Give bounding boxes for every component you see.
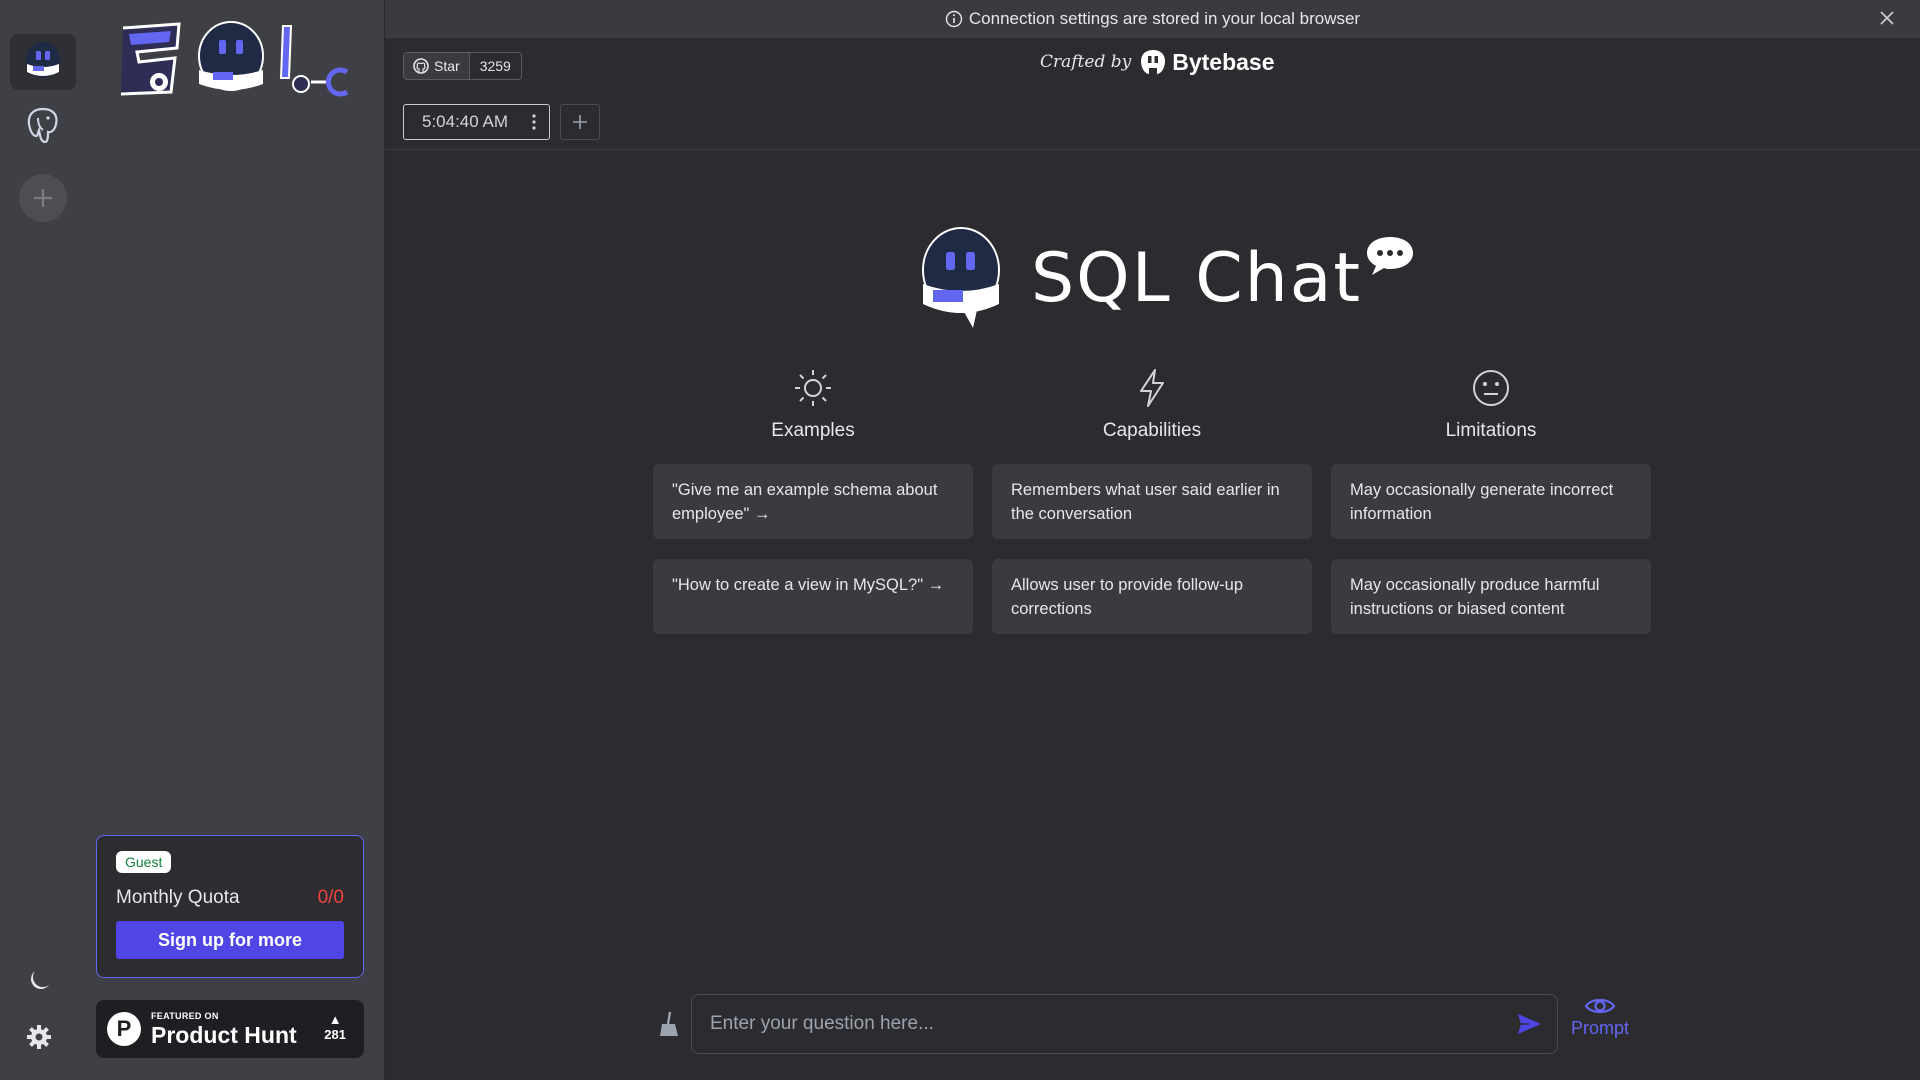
dark-mode-toggle[interactable] [0,968,77,994]
question-input[interactable]: Enter your question here... [691,994,1558,1054]
hero-title: SQL Chat [1031,238,1363,318]
quota-label: Monthly Quota [116,887,240,908]
plus-icon [34,189,52,207]
lightning-icon [1140,369,1164,407]
send-icon[interactable] [1515,1010,1543,1038]
close-icon[interactable] [1878,9,1896,27]
sql-robot-icon [26,42,60,78]
limitation-card: May occasionally produce harmful instruc… [1331,559,1651,634]
eye-icon [1584,998,1616,1014]
clear-conversation-icon[interactable] [657,1010,681,1038]
add-connection-button[interactable] [19,174,67,222]
signup-button[interactable]: Sign up for more [116,921,344,959]
neutral-face-icon [1473,370,1509,406]
notice-banner: Connection settings are stored in your l… [385,0,1920,38]
examples-title: Examples [771,420,855,441]
sidebar: Guest Monthly Quota 0/0 Sign up for more… [77,0,385,1080]
bytebase-logo: Bytebase [1139,48,1275,76]
quota-row: Monthly Quota 0/0 [116,887,344,909]
bytebase-icon [1141,50,1166,74]
sql-chat-logo [120,21,349,97]
github-star-button[interactable]: Star 3259 [403,52,522,80]
crafted-by[interactable]: Crafted by Bytebase [1040,48,1275,76]
guest-badge: Guest [116,851,172,873]
new-conversation-button[interactable] [560,104,600,140]
gear-icon [26,1025,51,1049]
main-panel: Connection settings are stored in your l… [385,0,1920,1080]
github-star-label: Star [434,58,460,74]
prompt-button[interactable]: Prompt [1565,994,1635,1039]
connection-robot-button[interactable] [10,34,76,90]
upvote-triangle-icon: ▲ [328,1012,342,1027]
product-hunt-icon: P [107,1012,141,1046]
info-icon [945,10,963,28]
app-root: Guest Monthly Quota 0/0 Sign up for more… [0,0,1920,1080]
capabilities-title: Capabilities [1102,420,1202,441]
crafted-by-text: Crafted by [1040,52,1132,72]
banner-text: Connection settings are stored in your l… [968,9,1361,28]
examples-column: Examples "Give me an example schema abou… [653,368,973,634]
example-card[interactable]: "How to create a view in MySQL?" → [653,559,973,634]
github-icon [413,58,429,74]
github-star-count[interactable]: 3259 [470,53,521,79]
prompt-label: Prompt [1570,1018,1630,1038]
limitations-title: Limitations [1445,420,1537,441]
quota-card: Guest Monthly Quota 0/0 Sign up for more [96,835,364,978]
capabilities-header: Capabilities [992,368,1312,442]
example-card[interactable]: "Give me an example schema about employe… [653,464,973,539]
capability-card: Allows user to provide follow-up correct… [992,559,1312,634]
quota-value: 0/0 [317,887,344,908]
sun-icon [795,370,831,406]
capabilities-column: Capabilities Remembers what user said ea… [992,368,1312,634]
moon-icon [30,971,49,989]
limitations-column: Limitations May occasionally generate in… [1331,368,1651,634]
settings-button[interactable] [0,1024,77,1050]
product-hunt-badge[interactable]: P FEATURED ON Product Hunt ▲ 281 [96,1000,364,1058]
conversation-tab-label: 5:04:40 AM [422,112,509,131]
hero: SQL Chat [919,226,1416,330]
product-hunt-featured: FEATURED ON [151,1010,219,1021]
capability-card: Remembers what user said earlier in the … [992,464,1312,539]
product-hunt-vote-count: 281 [324,1027,346,1042]
product-hunt-votes: ▲ 281 [324,1012,346,1042]
limitation-card: May occasionally generate incorrect info… [1331,464,1651,539]
connection-rail [0,0,77,1080]
limitations-header: Limitations [1331,368,1651,442]
postgresql-icon [27,107,58,144]
tab-divider [385,149,1920,150]
bytebase-name: Bytebase [1172,48,1275,75]
github-star[interactable]: Star [404,53,470,79]
examples-header: Examples [653,368,973,442]
chat-bubble-icon [1367,237,1414,275]
more-vertical-icon[interactable] [531,113,537,131]
connection-postgres-button[interactable] [10,98,76,154]
product-hunt-name: Product Hunt [151,1021,297,1048]
plus-icon [573,115,587,129]
conversation-tab[interactable]: 5:04:40 AM [403,104,550,140]
sql-robot-mascot [922,227,1000,328]
product-hunt-text: FEATURED ON Product Hunt [151,1010,297,1048]
